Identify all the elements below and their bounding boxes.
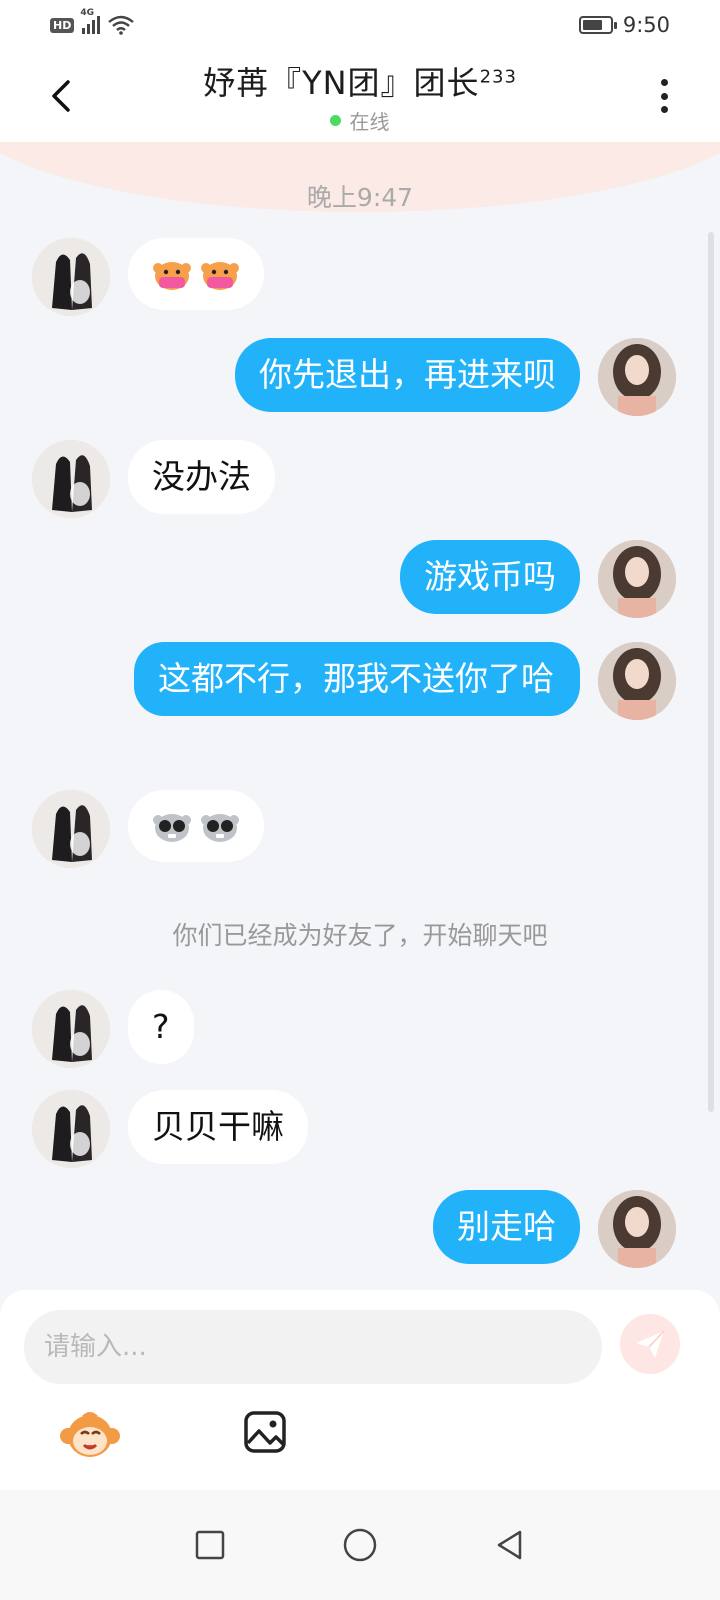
avatar-self[interactable] [598, 338, 676, 416]
image-icon[interactable] [243, 1410, 287, 1454]
system-navigation-bar [0, 1490, 720, 1600]
message-bubble-self[interactable]: 别走哈 [433, 1190, 580, 1264]
contact-name: 妤苒『YN团』团长233 [203, 58, 517, 104]
avatar-other[interactable] [32, 990, 110, 1068]
avatar-other[interactable] [32, 790, 110, 868]
message-bubble-other[interactable]: 没办法 [128, 440, 275, 514]
online-status-text: 在线 [349, 109, 390, 134]
system-notice: 你们已经成为好友了，开始聊天吧 [172, 921, 548, 950]
status-bar: HD 4G 9:50 [0, 0, 720, 50]
avatar-self[interactable] [598, 1190, 676, 1268]
wifi-icon [108, 15, 135, 35]
network-type: 4G [80, 8, 94, 18]
contact-name-text: 妤苒『YN团』团长 [203, 63, 480, 102]
send-button[interactable] [620, 1314, 680, 1374]
message-bubble-self[interactable]: 你先退出，再进来呗 [235, 338, 580, 412]
hd-badge: HD [50, 17, 75, 33]
avatar-self[interactable] [598, 642, 676, 720]
avatar-other[interactable] [32, 1090, 110, 1168]
send-icon [636, 1330, 665, 1358]
message-time-label: 晚上9:47 [306, 183, 414, 212]
message-bubble-other[interactable]: 贝贝干嘛 [128, 1090, 308, 1164]
more-options-icon[interactable] [652, 74, 676, 118]
message-bubble-self[interactable]: 游戏币吗 [400, 540, 580, 614]
chat-area[interactable]: 晚上9:47 你先退出，再进来呗 没办法 游戏币吗 这都不行，那我不送你了哈 你… [0, 142, 720, 1312]
avatar-other[interactable] [32, 440, 110, 518]
monkey-emoji-icon[interactable] [60, 1408, 120, 1460]
message-bubble-other[interactable] [128, 790, 264, 862]
message-bubble-other[interactable]: ? [128, 990, 194, 1064]
back-icon[interactable] [490, 1525, 530, 1565]
header-title-group: 妤苒『YN团』团长233 在线 [203, 58, 517, 135]
recent-apps-icon[interactable] [190, 1525, 230, 1565]
online-status: 在线 [203, 106, 517, 135]
avatar-other[interactable] [32, 238, 110, 316]
chat-scrollbar[interactable] [708, 232, 714, 1112]
message-bubble-self[interactable]: 这都不行，那我不送你了哈 [134, 642, 580, 716]
home-icon[interactable] [340, 1525, 380, 1565]
clock: 9:50 [622, 13, 670, 37]
sticker-pair [152, 808, 240, 844]
status-right: 9:50 [578, 13, 670, 37]
monkey-sunglasses-emoji-icon [201, 814, 239, 842]
sticker-pair [152, 256, 240, 292]
status-left: HD 4G [50, 8, 135, 35]
signal-icon: 4G [80, 8, 101, 34]
contact-name-suffix: 233 [479, 65, 517, 87]
input-panel: 请输入... [0, 1290, 720, 1490]
message-input[interactable]: 请输入... [24, 1310, 602, 1384]
monkey-masked-emoji-icon [153, 262, 191, 290]
monkey-sunglasses-emoji-icon [153, 814, 191, 842]
chat-header: 妤苒『YN团』团长233 在线 [0, 50, 720, 142]
online-dot-icon [330, 114, 342, 126]
monkey-masked-emoji-icon [201, 262, 239, 290]
battery-icon [578, 16, 617, 34]
avatar-self[interactable] [598, 540, 676, 618]
back-arrow-icon[interactable] [44, 76, 80, 116]
message-bubble-other[interactable] [128, 238, 264, 310]
